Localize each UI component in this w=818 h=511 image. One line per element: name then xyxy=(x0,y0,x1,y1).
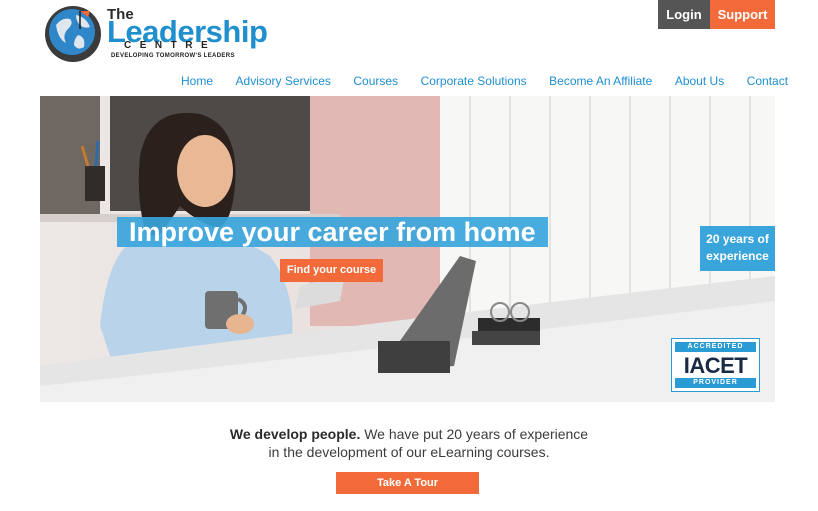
nav-contact[interactable]: Contact xyxy=(747,74,788,88)
nav-about-us[interactable]: About Us xyxy=(675,74,724,88)
main-nav: Home Advisory Services Courses Corporate… xyxy=(181,74,788,88)
intro-line-1: We develop people. We have put 20 years … xyxy=(0,425,818,443)
nav-advisory-services[interactable]: Advisory Services xyxy=(236,74,331,88)
logo-centre-text: CENTRE xyxy=(124,40,217,51)
experience-badge-line2: experience xyxy=(706,249,769,263)
experience-badge: 20 years of experience xyxy=(700,226,775,271)
intro-bold: We develop people. xyxy=(229,426,361,442)
iacet-top-label: ACCREDITED xyxy=(675,342,756,352)
support-button[interactable]: Support xyxy=(710,0,775,29)
intro-line-2: in the development of our eLearning cour… xyxy=(268,444,550,460)
site-logo[interactable]: The Leadership CENTRE DEVELOPING TOMORRO… xyxy=(44,3,269,65)
globe-icon xyxy=(45,6,101,62)
iacet-accreditation-badge: ACCREDITED IACET PROVIDER xyxy=(671,338,760,392)
intro-text: We develop people. We have put 20 years … xyxy=(0,425,818,461)
find-course-button[interactable]: Find your course xyxy=(280,259,383,282)
hero-photo xyxy=(40,96,775,402)
nav-corporate-solutions[interactable]: Corporate Solutions xyxy=(421,74,527,88)
experience-badge-line1: 20 years of xyxy=(706,232,769,246)
hero-banner: Improve your career from home Find your … xyxy=(40,96,775,402)
logo-tagline: DEVELOPING TOMORROW'S LEADERS xyxy=(111,53,235,59)
hero-headline: Improve your career from home xyxy=(117,217,548,247)
intro-line-1-rest: We have put 20 years of experience xyxy=(360,426,589,442)
nav-become-an-affiliate[interactable]: Become An Affiliate xyxy=(549,74,652,88)
take-a-tour-button[interactable]: Take A Tour xyxy=(336,472,479,494)
iacet-bottom-label: PROVIDER xyxy=(675,378,756,388)
nav-courses[interactable]: Courses xyxy=(353,74,398,88)
iacet-name: IACET xyxy=(683,353,748,378)
login-button[interactable]: Login xyxy=(658,0,710,29)
nav-home[interactable]: Home xyxy=(181,74,213,88)
header-actions: Login Support xyxy=(658,0,775,29)
